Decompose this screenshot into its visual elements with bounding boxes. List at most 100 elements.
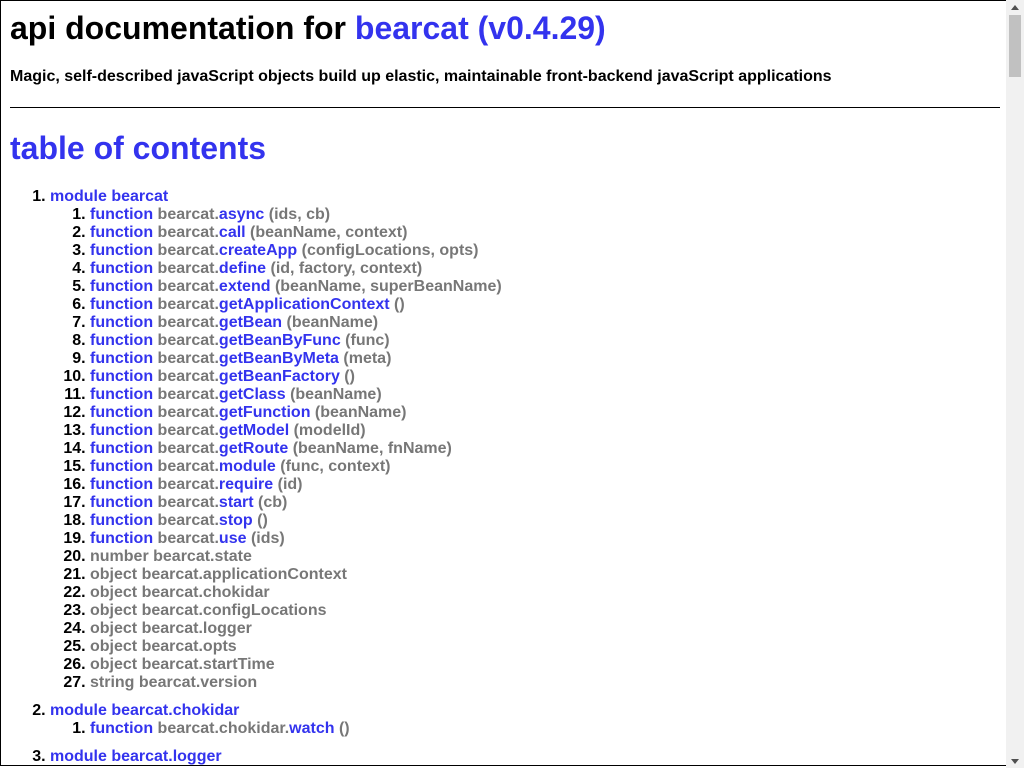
toc-module: module bearcat.chokidarfunction bearcat.…	[50, 702, 502, 738]
function-name-link[interactable]: getBeanFactory	[219, 368, 340, 385]
function-name-link[interactable]: getApplicationContext	[219, 296, 390, 313]
function-owner: bearcat.	[157, 332, 219, 349]
function-keyword-link[interactable]: function	[90, 458, 153, 475]
toc-item: object bearcat.configLocations	[90, 602, 502, 620]
function-owner: bearcat.	[157, 296, 219, 313]
toc-item: string bearcat.version	[90, 674, 502, 692]
toc-item: object bearcat.chokidar	[90, 584, 502, 602]
function-signature: (beanName)	[285, 386, 382, 403]
function-name-link[interactable]: require	[219, 476, 273, 493]
function-name-link[interactable]: getBeanByMeta	[219, 350, 339, 367]
toc-item: object bearcat.logger	[90, 620, 502, 638]
triangle-up-icon	[1011, 4, 1019, 10]
toc-module-link[interactable]: module bearcat.chokidar	[50, 702, 239, 719]
function-name-link[interactable]: watch	[289, 720, 334, 737]
function-keyword-link[interactable]: function	[90, 206, 153, 223]
toc-item: function bearcat.getModel (modelId)	[90, 422, 502, 440]
function-name-link[interactable]: call	[219, 224, 246, 241]
function-keyword-link[interactable]: function	[90, 332, 153, 349]
function-keyword-link[interactable]: function	[90, 440, 153, 457]
page-frame: api documentation for bearcat (v0.4.29) …	[0, 0, 1006, 766]
function-owner: bearcat.	[157, 314, 219, 331]
function-keyword-link[interactable]: function	[90, 476, 153, 493]
toc-item: number bearcat.state	[90, 548, 502, 566]
function-keyword-link[interactable]: function	[90, 494, 153, 511]
function-keyword-link[interactable]: function	[90, 386, 153, 403]
function-signature: (beanName, superBeanName)	[270, 278, 502, 295]
function-keyword-link[interactable]: function	[90, 404, 153, 421]
project-link[interactable]: bearcat (v0.4.29)	[355, 10, 606, 46]
function-keyword-link[interactable]: function	[90, 368, 153, 385]
scrollbar-thumb[interactable]	[1009, 15, 1021, 77]
function-name-link[interactable]: getFunction	[219, 404, 311, 421]
function-owner: bearcat.	[157, 206, 219, 223]
function-signature: (meta)	[338, 350, 392, 367]
function-signature: (beanName)	[282, 314, 379, 331]
function-signature: ()	[252, 512, 268, 529]
function-keyword-link[interactable]: function	[90, 512, 153, 529]
scroll-up-button[interactable]	[1006, 0, 1024, 14]
function-name-link[interactable]: start	[219, 494, 254, 511]
function-owner: bearcat.	[157, 494, 219, 511]
header-divider	[10, 107, 1000, 108]
function-signature: (modelId)	[289, 422, 366, 439]
function-name-link[interactable]: define	[219, 260, 266, 277]
function-signature: (beanName, context)	[245, 224, 408, 241]
property-entry: object bearcat.startTime	[90, 656, 275, 673]
toc-module: module bearcatfunction bearcat.async (id…	[50, 188, 502, 692]
function-owner: bearcat.	[157, 368, 219, 385]
function-keyword-link[interactable]: function	[90, 314, 153, 331]
property-entry: object bearcat.logger	[90, 620, 252, 637]
function-signature: (func, context)	[275, 458, 391, 475]
function-owner: bearcat.	[157, 278, 219, 295]
toc-item: function bearcat.start (cb)	[90, 494, 502, 512]
toc-item: function bearcat.use (ids)	[90, 530, 502, 548]
toc-item: function bearcat.createApp (configLocati…	[90, 242, 502, 260]
function-name-link[interactable]: async	[219, 206, 264, 223]
function-signature: (func)	[340, 332, 390, 349]
function-name-link[interactable]: getBeanByFunc	[219, 332, 341, 349]
function-name-link[interactable]: getModel	[219, 422, 289, 439]
function-owner: bearcat.	[157, 512, 219, 529]
function-owner: bearcat.	[157, 260, 219, 277]
toc-item: object bearcat.startTime	[90, 656, 502, 674]
function-name-link[interactable]: getRoute	[219, 440, 288, 457]
function-owner: bearcat.	[157, 404, 219, 421]
function-owner: bearcat.	[157, 350, 219, 367]
toc-module-link[interactable]: module bearcat.logger	[50, 748, 222, 765]
function-keyword-link[interactable]: function	[90, 422, 153, 439]
property-entry: object bearcat.chokidar	[90, 584, 270, 601]
function-name-link[interactable]: createApp	[219, 242, 297, 259]
function-owner: bearcat.	[157, 422, 219, 439]
function-keyword-link[interactable]: function	[90, 720, 153, 737]
function-keyword-link[interactable]: function	[90, 224, 153, 241]
scroll-down-button[interactable]	[1006, 754, 1024, 768]
function-owner: bearcat.	[157, 458, 219, 475]
toc-item: function bearcat.getBean (beanName)	[90, 314, 502, 332]
function-signature: ()	[339, 368, 355, 385]
toc-module-link[interactable]: module bearcat	[50, 188, 168, 205]
function-name-link[interactable]: use	[219, 530, 247, 547]
function-name-link[interactable]: module	[219, 458, 276, 475]
function-name-link[interactable]: extend	[219, 278, 271, 295]
toc-item: function bearcat.getApplicationContext (…	[90, 296, 502, 314]
function-signature: (beanName, fnName)	[288, 440, 452, 457]
function-name-link[interactable]: stop	[219, 512, 253, 529]
function-keyword-link[interactable]: function	[90, 242, 153, 259]
toc-item: function bearcat.extend (beanName, super…	[90, 278, 502, 296]
page-title: api documentation for bearcat (v0.4.29)	[10, 9, 606, 47]
function-owner: bearcat.	[157, 530, 219, 547]
function-keyword-link[interactable]: function	[90, 260, 153, 277]
function-signature: (cb)	[253, 494, 288, 511]
function-keyword-link[interactable]: function	[90, 350, 153, 367]
property-entry: number bearcat.state	[90, 548, 252, 565]
toc-item: function bearcat.call (beanName, context…	[90, 224, 502, 242]
function-name-link[interactable]: getClass	[219, 386, 286, 403]
function-name-link[interactable]: getBean	[219, 314, 282, 331]
function-signature: (ids, cb)	[264, 206, 331, 223]
function-keyword-link[interactable]: function	[90, 296, 153, 313]
vertical-scrollbar[interactable]	[1006, 0, 1024, 768]
function-owner: bearcat.chokidar.	[157, 720, 290, 737]
function-keyword-link[interactable]: function	[90, 530, 153, 547]
function-keyword-link[interactable]: function	[90, 278, 153, 295]
